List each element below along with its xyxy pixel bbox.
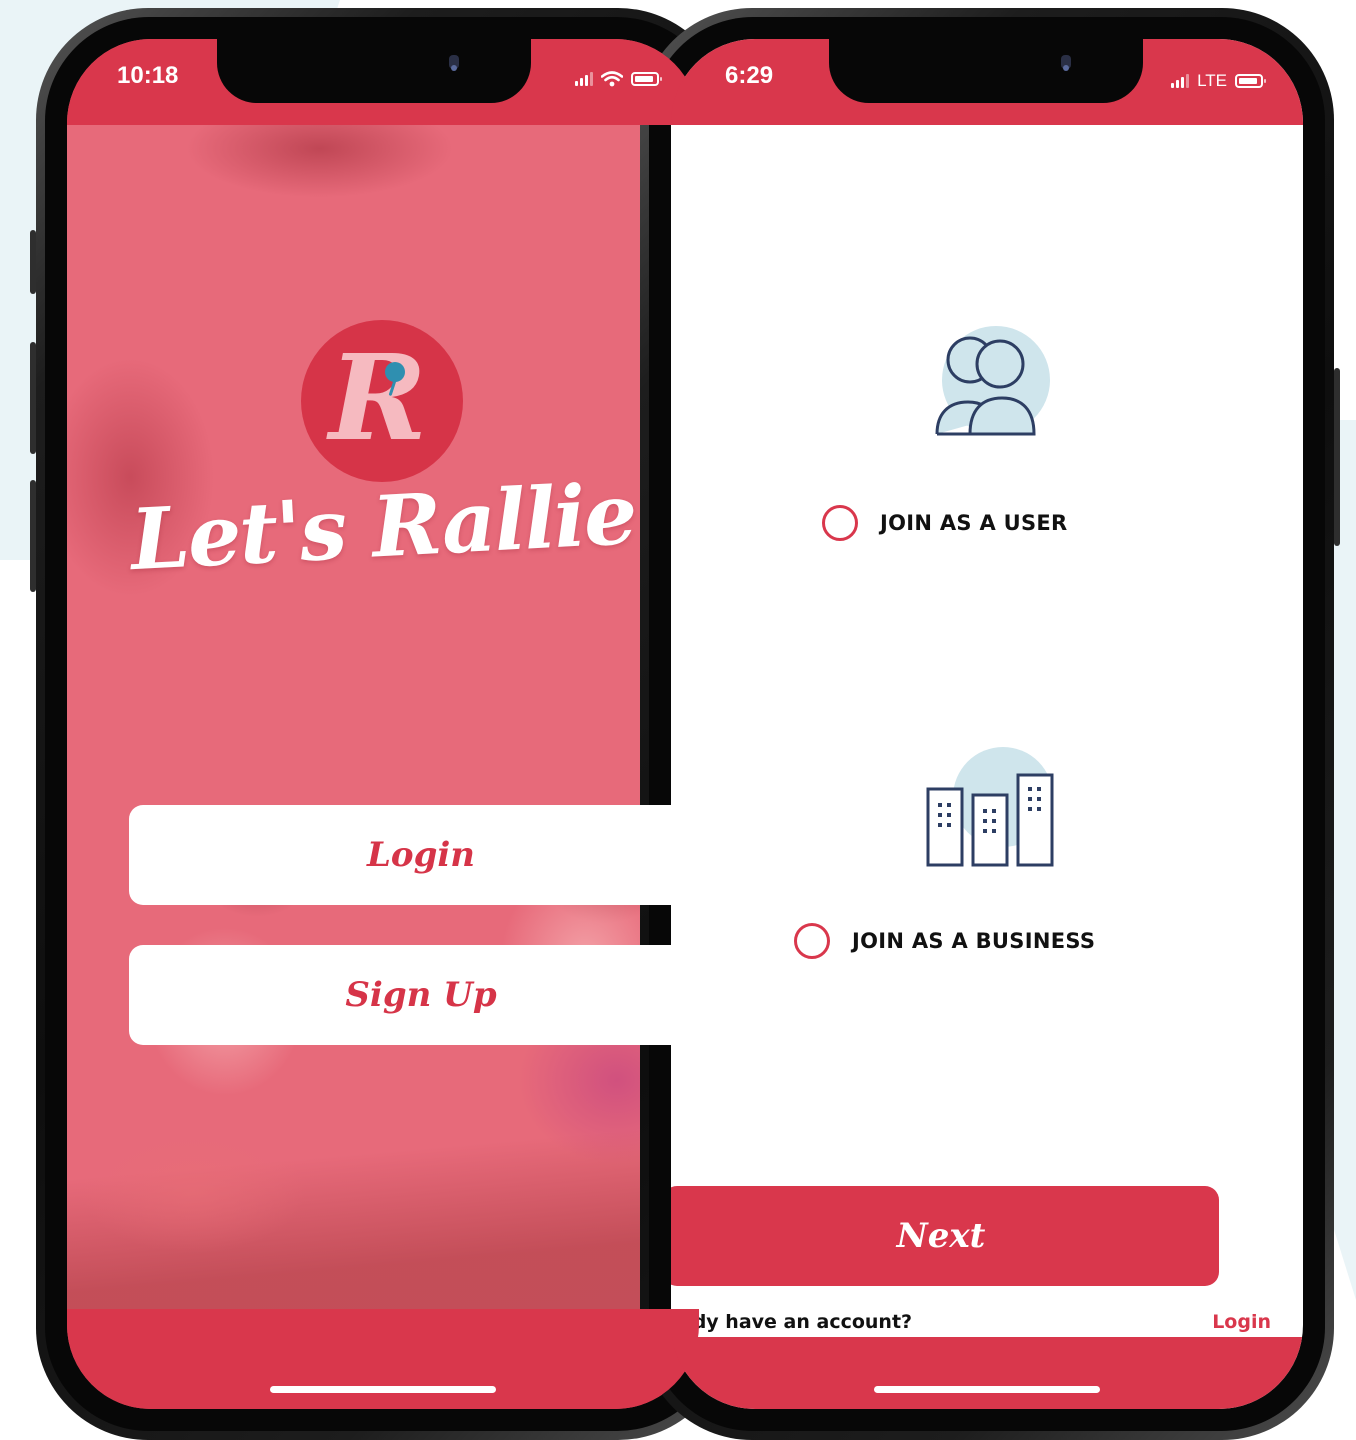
- status-time: 6:29: [725, 62, 774, 89]
- login-link[interactable]: Login: [1212, 1311, 1271, 1333]
- logo-letter: R: [328, 328, 428, 467]
- join-business-option[interactable]: JOIN AS A BUSINESS: [794, 923, 1095, 959]
- buildings-icon: [926, 747, 1054, 867]
- signal-icon: [575, 72, 593, 86]
- notch: [217, 39, 531, 103]
- signup-button[interactable]: Sign Up: [129, 945, 699, 1045]
- join-user-label: JOIN AS A USER: [880, 511, 1068, 535]
- users-icon: [935, 326, 1050, 436]
- home-indicator[interactable]: [270, 1386, 496, 1393]
- phone-welcome: 10:18 R Let's Rallie Login Sign Up: [30, 8, 730, 1440]
- background-photo: [67, 39, 699, 1409]
- phone-join: 6:29 LTE JOIN AS A USER JOIN AS A BUSINE…: [640, 8, 1340, 1440]
- account-prompt: eady have an account?: [671, 1311, 913, 1333]
- front-camera: [449, 55, 459, 71]
- battery-icon: [631, 72, 662, 86]
- next-button[interactable]: Next: [671, 1186, 1219, 1286]
- join-screen: 6:29 LTE JOIN AS A USER JOIN AS A BUSINE…: [671, 39, 1303, 1409]
- wifi-icon: [601, 71, 623, 87]
- welcome-screen: 10:18 R Let's Rallie Login Sign Up: [67, 39, 699, 1409]
- signal-icon: [1171, 74, 1190, 88]
- home-indicator[interactable]: [874, 1386, 1100, 1393]
- status-icons: LTE: [1171, 71, 1266, 91]
- login-button[interactable]: Login: [129, 805, 699, 905]
- app-logo: R: [301, 320, 463, 482]
- side-button: [1334, 368, 1340, 546]
- join-business-radio[interactable]: [794, 923, 830, 959]
- join-user-radio[interactable]: [822, 505, 858, 541]
- network-label: LTE: [1197, 71, 1227, 90]
- status-time: 10:18: [117, 62, 179, 89]
- battery-icon: [1235, 74, 1266, 88]
- join-user-option[interactable]: JOIN AS A USER: [822, 505, 1068, 541]
- front-camera: [1061, 55, 1071, 71]
- bottom-bar: [671, 1337, 1303, 1409]
- notch: [829, 39, 1143, 103]
- bottom-bar: [67, 1309, 699, 1409]
- join-business-label: JOIN AS A BUSINESS: [852, 929, 1096, 953]
- map-pin-icon: [385, 362, 405, 382]
- status-icons: [575, 71, 662, 87]
